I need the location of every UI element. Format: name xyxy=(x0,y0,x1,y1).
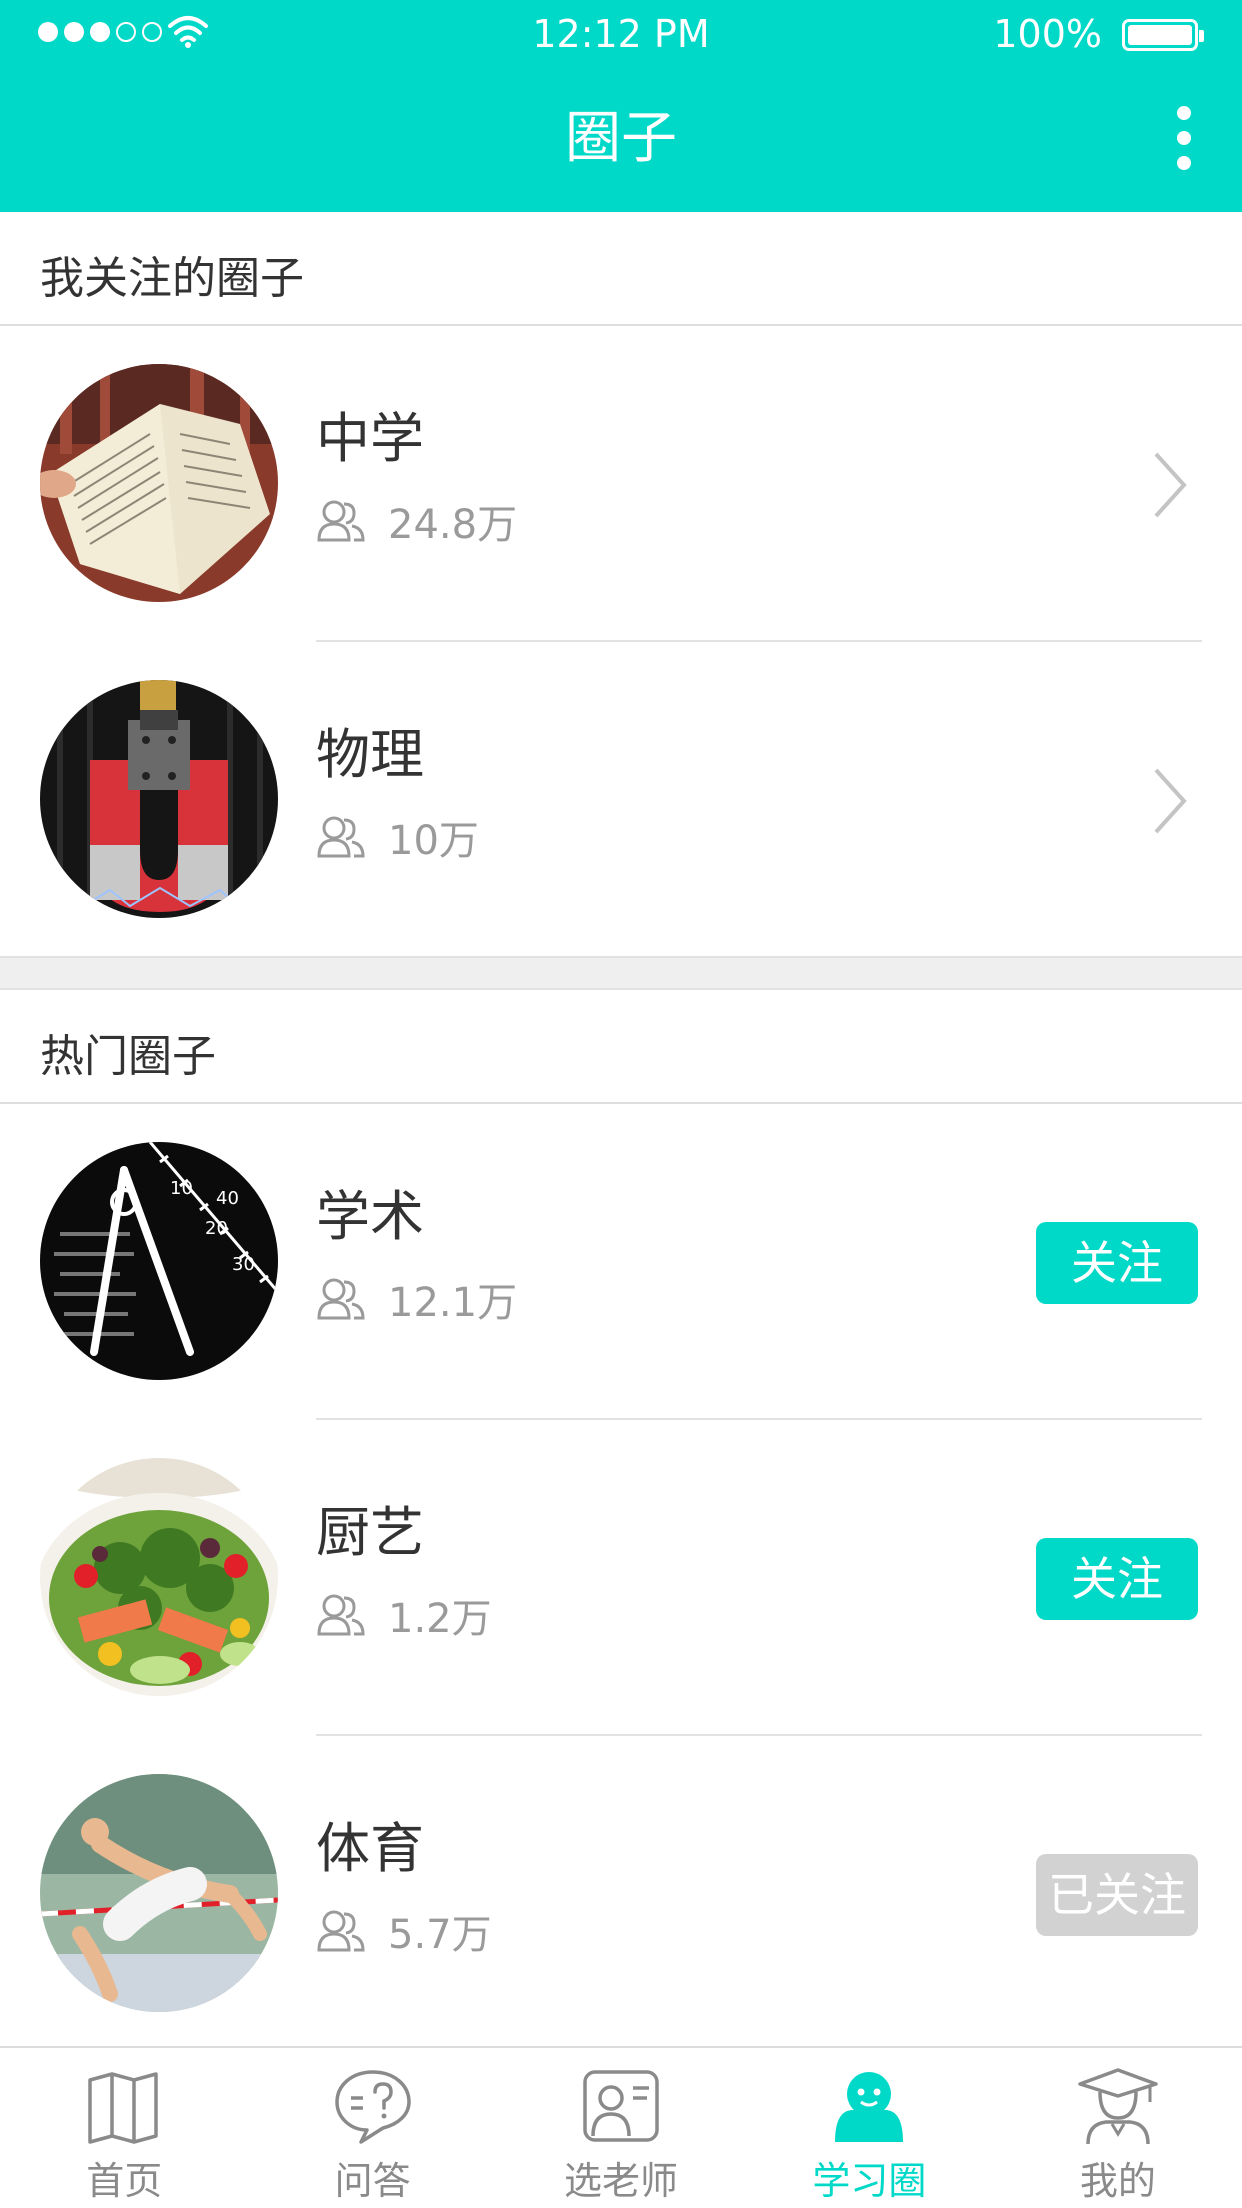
member-count: 12.1万 xyxy=(316,1270,517,1328)
svg-text:30: 30 xyxy=(232,1254,255,1275)
tab-label: 问答 xyxy=(334,2159,411,2203)
circle-avatar-salad xyxy=(40,1458,278,1696)
chevron-right-icon xyxy=(1154,452,1187,518)
tab-study-circle[interactable]: 学习圈 xyxy=(745,2048,993,2208)
page-title: 圈子 xyxy=(565,106,677,171)
member-count-value: 5.7万 xyxy=(388,1912,492,1958)
status-bar: 12:12 PM 100% xyxy=(0,0,1242,68)
follow-button[interactable]: 关注 xyxy=(1036,1538,1198,1620)
hot-circles-header: 热门圈子 xyxy=(0,990,1242,1104)
member-count-value: 1.2万 xyxy=(388,1596,492,1642)
section-gap xyxy=(0,956,1242,990)
my-circles-header: 我关注的圈子 xyxy=(0,212,1242,326)
tab-bar: 首页 问答 选老师 学习圈 我的 xyxy=(0,2046,1242,2208)
tab-mine[interactable]: 我的 xyxy=(994,2048,1242,2208)
tab-label: 选老师 xyxy=(564,2159,679,2203)
followed-button[interactable]: 已关注 xyxy=(1036,1854,1198,1936)
tab-qa[interactable]: 问答 xyxy=(248,2048,496,2208)
more-vertical-icon[interactable] xyxy=(1154,100,1214,176)
member-count: 24.8万 xyxy=(316,492,517,550)
members-icon xyxy=(317,500,365,542)
circle-name: 体育 xyxy=(316,1817,424,1880)
battery-percentage: 100% xyxy=(993,12,1102,56)
members-icon xyxy=(317,1278,365,1320)
member-count-value: 12.1万 xyxy=(388,1280,518,1326)
follow-button[interactable]: 关注 xyxy=(1036,1222,1198,1304)
hot-circle-row[interactable]: 厨艺 1.2万 关注 xyxy=(0,1420,1242,1736)
hot-circle-row[interactable]: 10 20 30 40 学术 12.1万 关注 xyxy=(0,1104,1242,1420)
svg-text:20: 20 xyxy=(205,1218,228,1239)
circle-avatar-magnet xyxy=(40,680,278,918)
tab-label: 学习圈 xyxy=(812,2159,927,2203)
circle-avatar-high-jump xyxy=(40,1774,278,2012)
member-count-value: 10万 xyxy=(388,818,479,864)
svg-text:10: 10 xyxy=(170,1178,193,1199)
member-count: 5.7万 xyxy=(316,1902,492,1960)
circle-name: 物理 xyxy=(316,723,424,786)
tab-label: 我的 xyxy=(1079,2159,1156,2203)
top-bar: 12:12 PM 100% 圈子 xyxy=(0,0,1242,212)
circle-avatar-compass: 10 20 30 40 xyxy=(40,1142,278,1380)
my-circles-title: 我关注的圈子 xyxy=(40,253,304,304)
study-circle-icon xyxy=(835,2072,904,2142)
circle-name: 中学 xyxy=(316,407,424,470)
tab-choose-teacher[interactable]: 选老师 xyxy=(497,2048,745,2208)
member-count-value: 24.8万 xyxy=(388,502,518,548)
chevron-right-icon xyxy=(1154,768,1187,834)
battery-icon xyxy=(1122,19,1204,51)
hot-circle-row[interactable]: 体育 5.7万 已关注 xyxy=(0,1736,1242,2052)
tab-label: 首页 xyxy=(86,2159,163,2203)
circle-name: 厨艺 xyxy=(316,1501,424,1564)
teacher-card-icon xyxy=(583,2070,659,2142)
hot-circles-title: 热门圈子 xyxy=(40,1031,216,1082)
member-count: 1.2万 xyxy=(316,1586,492,1644)
book-icon xyxy=(88,2072,158,2144)
tab-home[interactable]: 首页 xyxy=(0,2048,248,2208)
members-icon xyxy=(317,1594,365,1636)
my-circle-row[interactable]: 中学 24.8万 xyxy=(0,326,1242,642)
members-icon xyxy=(317,1910,365,1952)
svg-text:40: 40 xyxy=(216,1188,239,1209)
circle-avatar-book xyxy=(40,364,278,602)
question-bubble-icon xyxy=(334,2070,411,2144)
member-count: 10万 xyxy=(316,808,479,866)
members-icon xyxy=(317,816,365,858)
my-circle-row[interactable]: 物理 10万 xyxy=(0,642,1242,958)
circle-name: 学术 xyxy=(316,1185,424,1248)
graduate-icon xyxy=(1078,2068,1158,2145)
